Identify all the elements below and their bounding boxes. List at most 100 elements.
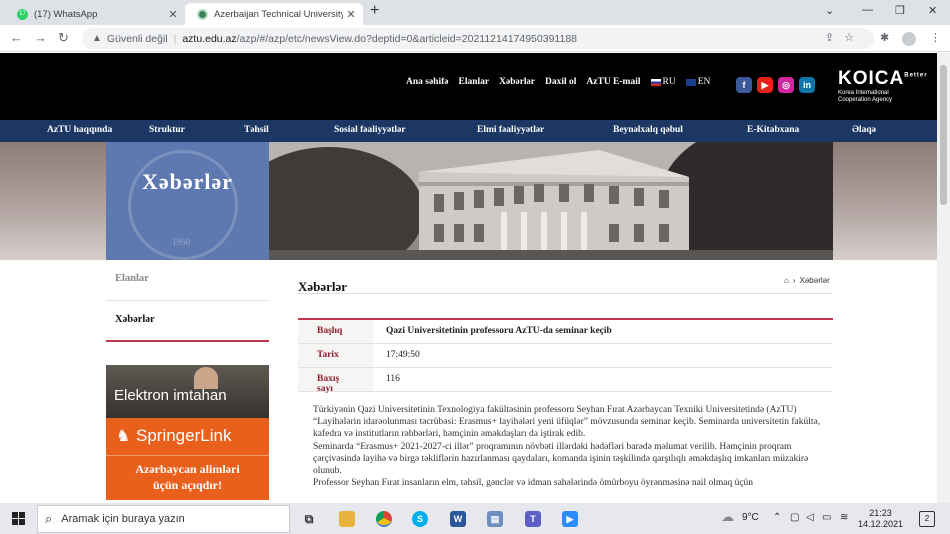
university-building-image <box>269 142 833 260</box>
menu-icon[interactable]: ⋮ <box>930 31 941 44</box>
koica-logo[interactable]: KOICABetter Korea International Cooperat… <box>838 68 928 104</box>
security-label[interactable]: Güvenli değil <box>107 33 168 45</box>
article-paragraph: Türkiyənin Qazi Universitetinin Texnolog… <box>313 405 821 440</box>
chrome-icon[interactable] <box>376 511 392 527</box>
nav-science[interactable]: Elmi fəaliyyətlər <box>477 125 544 135</box>
scrollbar-thumb[interactable] <box>940 65 947 205</box>
breadcrumb: ⌂ › Xəbərlər <box>784 276 830 285</box>
address-toolbar: ← → ↻ ▲ Güvenli değil | aztu.edu.az/azp/… <box>0 25 950 52</box>
zoom-icon[interactable]: ▶ <box>562 511 578 527</box>
facebook-icon[interactable]: f <box>736 77 752 93</box>
top-nav-email[interactable]: AzTU E-mail <box>586 77 640 87</box>
browser-tab-bar: 17 (17) WhatsApp ✕ Azerbaijan Technical … <box>0 0 950 25</box>
close-icon[interactable]: ✕ <box>165 8 181 21</box>
person-image <box>194 367 218 389</box>
extensions-icon[interactable]: ✱ <box>880 31 889 44</box>
nav-social[interactable]: Sosial fəaliyyətlər <box>334 125 406 135</box>
share-star-icons[interactable]: ⇪☆ <box>825 31 864 44</box>
windows-start-icon[interactable] <box>12 512 25 525</box>
instagram-icon[interactable]: ◎ <box>778 77 794 93</box>
promo-springerlink[interactable]: ♞ SpringerLink <box>106 418 269 455</box>
table-row: Tarix 17:49:50 <box>298 344 833 368</box>
site-header: Ana səhifə Elanlar Xəbərlər Daxil ol AzT… <box>0 53 937 120</box>
top-nav-home[interactable]: Ana səhifə <box>406 77 449 87</box>
nav-education[interactable]: Təhsil <box>244 125 269 135</box>
forward-icon[interactable]: → <box>34 30 47 45</box>
tab-whatsapp[interactable]: 17 (17) WhatsApp ✕ <box>5 3 185 25</box>
table-row: Başlıq Qazi Universitetinin professoru A… <box>298 320 833 344</box>
tab-title: (17) WhatsApp <box>34 8 98 20</box>
table-row: Baxış sayı 116 <box>298 368 833 394</box>
banner-seal-panel: 1950 <box>106 142 269 260</box>
promo-scientists[interactable]: Azərbaycan alimləri üçün açıqdır! <box>106 455 269 500</box>
nav-structure[interactable]: Struktur <box>149 125 185 135</box>
battery-icon[interactable]: ▭ <box>822 512 831 523</box>
network-app-icon[interactable]: ▤ <box>487 511 503 527</box>
banner-title: Xəbərlər <box>141 169 234 194</box>
taskbar-search-input[interactable]: ⌕ Aramak için buraya yazın <box>37 505 290 533</box>
close-icon[interactable]: ✕ <box>343 8 359 21</box>
back-icon[interactable]: ← <box>10 30 23 45</box>
sidebar-item-announcements[interactable]: Elanlar <box>106 260 269 301</box>
avatar[interactable] <box>902 32 916 46</box>
url-text[interactable]: aztu.edu.az/azp/#/azp/etc/newsView.do?de… <box>182 33 577 45</box>
reload-icon[interactable]: ↻ <box>58 30 69 46</box>
sidebar-item-news[interactable]: Xəbərlər <box>106 301 269 342</box>
file-explorer-icon[interactable] <box>339 511 355 527</box>
article-info-table: Başlıq Qazi Universitetinin professoru A… <box>298 318 833 394</box>
word-icon[interactable]: W <box>450 511 466 527</box>
tray-chevron-icon[interactable]: ⌃ <box>773 512 781 523</box>
whatsapp-icon: 17 <box>17 8 28 20</box>
address-bar[interactable]: ▲ Güvenli değil | aztu.edu.az/azp/#/azp/… <box>82 28 874 49</box>
lang-ru[interactable]: RU <box>650 77 676 87</box>
system-clock[interactable]: 21:23 14.12.2021 <box>858 508 903 530</box>
russia-flag-icon <box>650 78 661 86</box>
linkedin-icon[interactable]: in <box>799 77 815 93</box>
warning-icon[interactable]: ▲ <box>92 33 102 44</box>
teams-icon[interactable]: T <box>525 511 541 527</box>
restore-icon[interactable]: ❐ <box>895 4 905 17</box>
top-nav-announcements[interactable]: Elanlar <box>459 77 490 87</box>
minimize-icon[interactable]: — <box>862 4 873 16</box>
article-time: 17:49:50 <box>386 350 420 360</box>
web-page: Ana səhifə Elanlar Xəbərlər Daxil ol AzT… <box>0 53 937 503</box>
wifi-icon[interactable]: ≋ <box>840 512 848 523</box>
building-illustration <box>269 142 833 260</box>
home-icon[interactable]: ⌂ <box>784 276 789 285</box>
uk-flag-icon <box>685 78 696 86</box>
springer-horse-icon: ♞ <box>116 428 131 445</box>
weather-temp[interactable]: 9°C <box>742 512 759 523</box>
article-paragraph: Professor Seyhan Fırat insanların elm, t… <box>313 478 754 489</box>
notification-icon[interactable]: 2 <box>919 511 935 527</box>
article-paragraph: Seminarda “Erasmus+ 2021-2027-ci illər” … <box>313 441 809 477</box>
task-view-icon[interactable]: ⧉ <box>301 511 317 527</box>
page-scrollbar[interactable] <box>937 53 950 503</box>
windows-taskbar: ⌕ Aramak için buraya yazın ⧉ S W ▤ T ▶ ☁… <box>0 503 950 534</box>
tab-aztu[interactable]: Azerbaijan Technical University ✕ <box>185 3 363 25</box>
nav-library[interactable]: E-Kitabxana <box>747 125 799 135</box>
window-close-icon[interactable]: ✕ <box>928 4 937 17</box>
sidebar: Elanlar Xəbərlər <box>106 260 269 342</box>
nav-about[interactable]: AzTU haqqında <box>47 125 112 135</box>
nav-admission[interactable]: Beynəlxalq qəbul <box>613 125 683 135</box>
top-nav-login[interactable]: Daxil ol <box>545 77 576 87</box>
main-nav: AzTU haqqında Struktur Təhsil Sosial fəa… <box>0 120 937 142</box>
promo-banners: Elektron imtahan ♞ SpringerLink Azərbayc… <box>106 365 269 500</box>
top-nav-news[interactable]: Xəbərlər <box>499 77 535 87</box>
skype-icon[interactable]: S <box>412 511 428 527</box>
tray-device-icon[interactable]: ▢ <box>790 512 799 523</box>
search-icon: ⌕ <box>45 511 53 526</box>
lang-en[interactable]: EN <box>685 77 710 87</box>
new-tab-icon[interactable]: + <box>370 2 379 20</box>
promo-electronic-exam[interactable]: Elektron imtahan <box>106 365 269 418</box>
article-title: Qazi Universitetinin professoru AzTU-da … <box>386 326 612 336</box>
row-label: Tarix <box>298 344 374 367</box>
weather-cloud-icon[interactable]: ☁ <box>721 509 734 525</box>
tab-search-icon[interactable]: ⌄ <box>825 4 834 17</box>
article-body: Türkiyənin Qazi Universitetinin Texnolog… <box>313 404 821 489</box>
volume-icon[interactable]: ◁ <box>806 512 814 523</box>
aztu-favicon-icon <box>197 8 208 20</box>
nav-contact[interactable]: Əlaqə <box>852 125 876 135</box>
top-nav: Ana səhifə Elanlar Xəbərlər Daxil ol AzT… <box>406 77 710 87</box>
youtube-icon[interactable]: ▶ <box>757 77 773 93</box>
